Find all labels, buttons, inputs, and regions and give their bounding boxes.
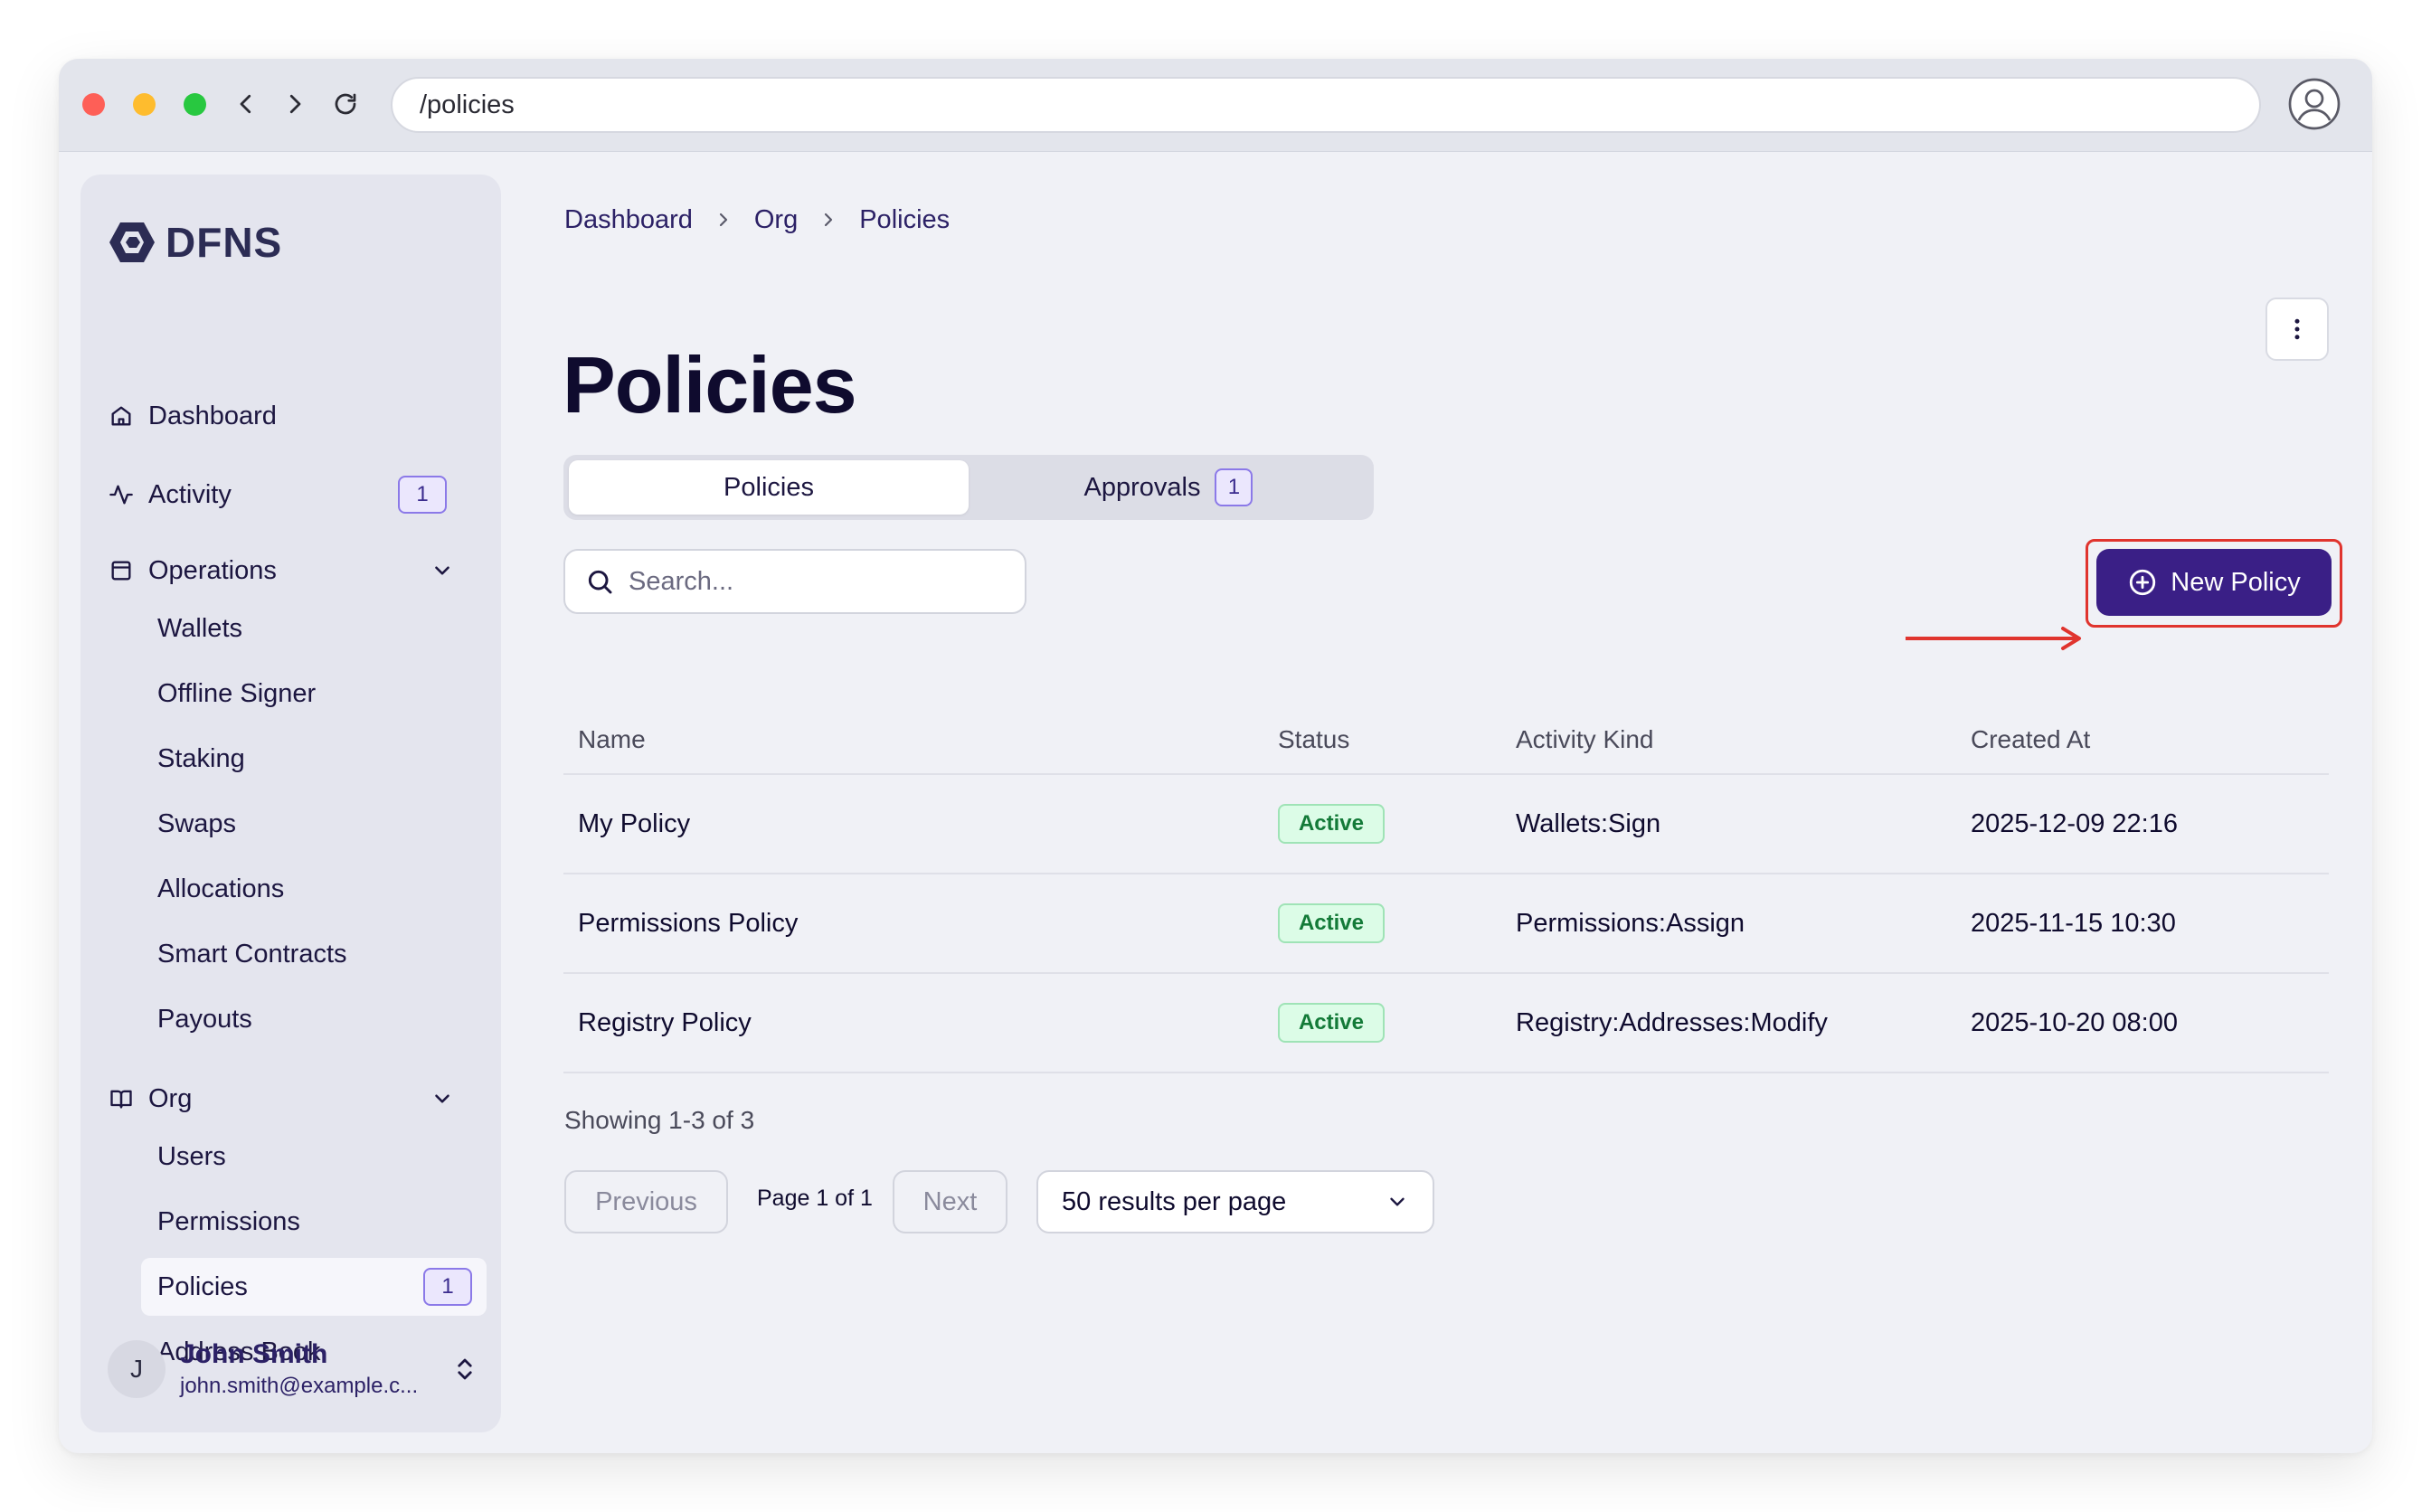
sidebar-item-policies[interactable]: Policies 1 — [141, 1258, 487, 1316]
policies-count-badge: 1 — [423, 1268, 472, 1306]
sidebar-item-smart-contracts[interactable]: Smart Contracts — [141, 925, 487, 983]
sidebar-item-label: Operations — [148, 555, 277, 585]
breadcrumb: Dashboard Org Policies — [564, 202, 950, 238]
created-at: 2025-10-20 08:00 — [1971, 1007, 2178, 1037]
browser-window: /policies DFNS Dashboard Activity 1 Oper… — [59, 59, 2372, 1453]
chevron-up-down-icon — [458, 1358, 472, 1380]
back-icon[interactable] — [228, 86, 264, 122]
address-bar[interactable]: /policies — [391, 77, 2261, 133]
status-badge: Active — [1278, 1003, 1385, 1043]
tab-label: Approvals — [1083, 472, 1201, 502]
tab-approvals[interactable]: Approvals 1 — [969, 460, 1368, 515]
brand-name: DFNS — [166, 219, 283, 266]
avatar: J — [108, 1340, 166, 1398]
table-row[interactable]: Permissions Policy Active Permissions:As… — [563, 874, 2329, 974]
results-per-page-value: 50 results per page — [1062, 1186, 1287, 1216]
sidebar-item-label: Dashboard — [148, 401, 277, 430]
user-name: John Smith — [180, 1339, 328, 1369]
sidebar-item-label: Activity — [148, 479, 232, 509]
sidebar-item-label: Org — [148, 1083, 193, 1113]
url-text: /policies — [420, 90, 515, 119]
home-icon — [108, 402, 135, 430]
table-header-row: Name Status Activity Kind Created At — [563, 706, 2329, 775]
sidebar-item-users[interactable]: Users — [141, 1128, 487, 1186]
chevron-right-icon — [719, 213, 727, 227]
sidebar: DFNS Dashboard Activity 1 Operations Wal… — [80, 175, 501, 1432]
created-at: 2025-12-09 22:16 — [1971, 808, 2178, 838]
more-vertical-icon — [2294, 318, 2300, 340]
close-window-button[interactable] — [82, 93, 105, 116]
operations-icon — [108, 557, 135, 584]
chevron-down-icon — [1390, 1197, 1405, 1206]
maximize-window-button[interactable] — [184, 93, 206, 116]
breadcrumb-dashboard[interactable]: Dashboard — [564, 205, 693, 235]
activity-icon — [108, 481, 135, 508]
sidebar-item-payouts[interactable]: Payouts — [141, 990, 487, 1048]
new-policy-label: New Policy — [2171, 567, 2301, 597]
minimize-window-button[interactable] — [133, 93, 156, 116]
sidebar-item-offline-signer[interactable]: Offline Signer — [141, 665, 487, 723]
next-page-button[interactable]: Next — [893, 1170, 1007, 1233]
tab-policies[interactable]: Policies — [569, 460, 969, 515]
plus-circle-icon — [2130, 569, 2156, 596]
tab-bar: Policies Approvals 1 — [563, 455, 1374, 520]
column-header-created-at[interactable]: Created At — [1971, 725, 2329, 754]
user-menu[interactable]: J John Smith john.smith@example.c... — [108, 1337, 487, 1401]
user-email: john.smith@example.c... — [180, 1374, 419, 1398]
chevron-down-icon[interactable] — [430, 559, 454, 582]
breadcrumb-policies[interactable]: Policies — [859, 205, 950, 235]
dfns-logo[interactable]: DFNS — [108, 219, 283, 266]
search-input[interactable] — [629, 566, 1008, 597]
sidebar-item-staking[interactable]: Staking — [141, 730, 487, 788]
org-book-icon — [108, 1085, 135, 1112]
activity-kind: Registry:Addresses:Modify — [1516, 1007, 1828, 1037]
sidebar-item-swaps[interactable]: Swaps — [141, 795, 487, 853]
activity-kind: Wallets:Sign — [1516, 808, 1661, 838]
policy-name: Registry Policy — [578, 1007, 752, 1037]
previous-page-button[interactable]: Previous — [564, 1170, 728, 1233]
status-badge: Active — [1278, 903, 1385, 943]
tab-label: Policies — [724, 472, 814, 502]
results-per-page-select[interactable]: 50 results per page — [1036, 1170, 1434, 1233]
page-title: Policies — [563, 340, 857, 430]
sidebar-item-label: Policies — [157, 1271, 248, 1301]
column-header-status[interactable]: Status — [1278, 725, 1516, 754]
policy-name: Permissions Policy — [578, 908, 799, 938]
created-at: 2025-11-15 10:30 — [1971, 908, 2176, 938]
breadcrumb-org[interactable]: Org — [754, 205, 798, 235]
profile-icon[interactable] — [2287, 77, 2341, 131]
page-indicator: Page 1 of 1 — [757, 1186, 873, 1211]
chevron-right-icon — [825, 213, 833, 227]
more-options-button[interactable] — [2265, 298, 2329, 361]
sidebar-item-permissions[interactable]: Permissions — [141, 1193, 487, 1251]
annotation-arrow — [1906, 627, 2081, 650]
sidebar-item-operations[interactable]: Operations — [108, 545, 474, 596]
chevron-down-icon[interactable] — [430, 1087, 454, 1110]
status-badge: Active — [1278, 804, 1385, 844]
reload-icon[interactable] — [327, 86, 364, 122]
sidebar-item-org[interactable]: Org — [108, 1073, 474, 1124]
search-icon — [588, 570, 612, 594]
results-count: Showing 1-3 of 3 — [564, 1106, 755, 1134]
dfns-logo-icon — [109, 222, 155, 262]
sidebar-item-allocations[interactable]: Allocations — [141, 860, 487, 918]
policies-table: Name Status Activity Kind Created At My … — [563, 706, 2329, 1073]
search-box[interactable] — [563, 549, 1026, 614]
sidebar-item-activity[interactable]: Activity 1 — [108, 469, 474, 520]
forward-icon[interactable] — [277, 86, 313, 122]
browser-toolbar: /policies — [59, 59, 2372, 152]
table-row[interactable]: Registry Policy Active Registry:Addresse… — [563, 974, 2329, 1073]
activity-kind: Permissions:Assign — [1516, 908, 1745, 938]
approvals-count-badge: 1 — [1215, 468, 1253, 506]
column-header-activity-kind[interactable]: Activity Kind — [1516, 725, 1971, 754]
sidebar-item-dashboard[interactable]: Dashboard — [108, 391, 474, 441]
activity-count-badge: 1 — [398, 476, 447, 514]
column-header-name[interactable]: Name — [563, 725, 1278, 754]
policy-name: My Policy — [578, 808, 691, 838]
new-policy-button[interactable]: New Policy — [2096, 549, 2332, 616]
table-row[interactable]: My Policy Active Wallets:Sign 2025-12-09… — [563, 775, 2329, 874]
sidebar-item-wallets[interactable]: Wallets — [141, 600, 487, 657]
